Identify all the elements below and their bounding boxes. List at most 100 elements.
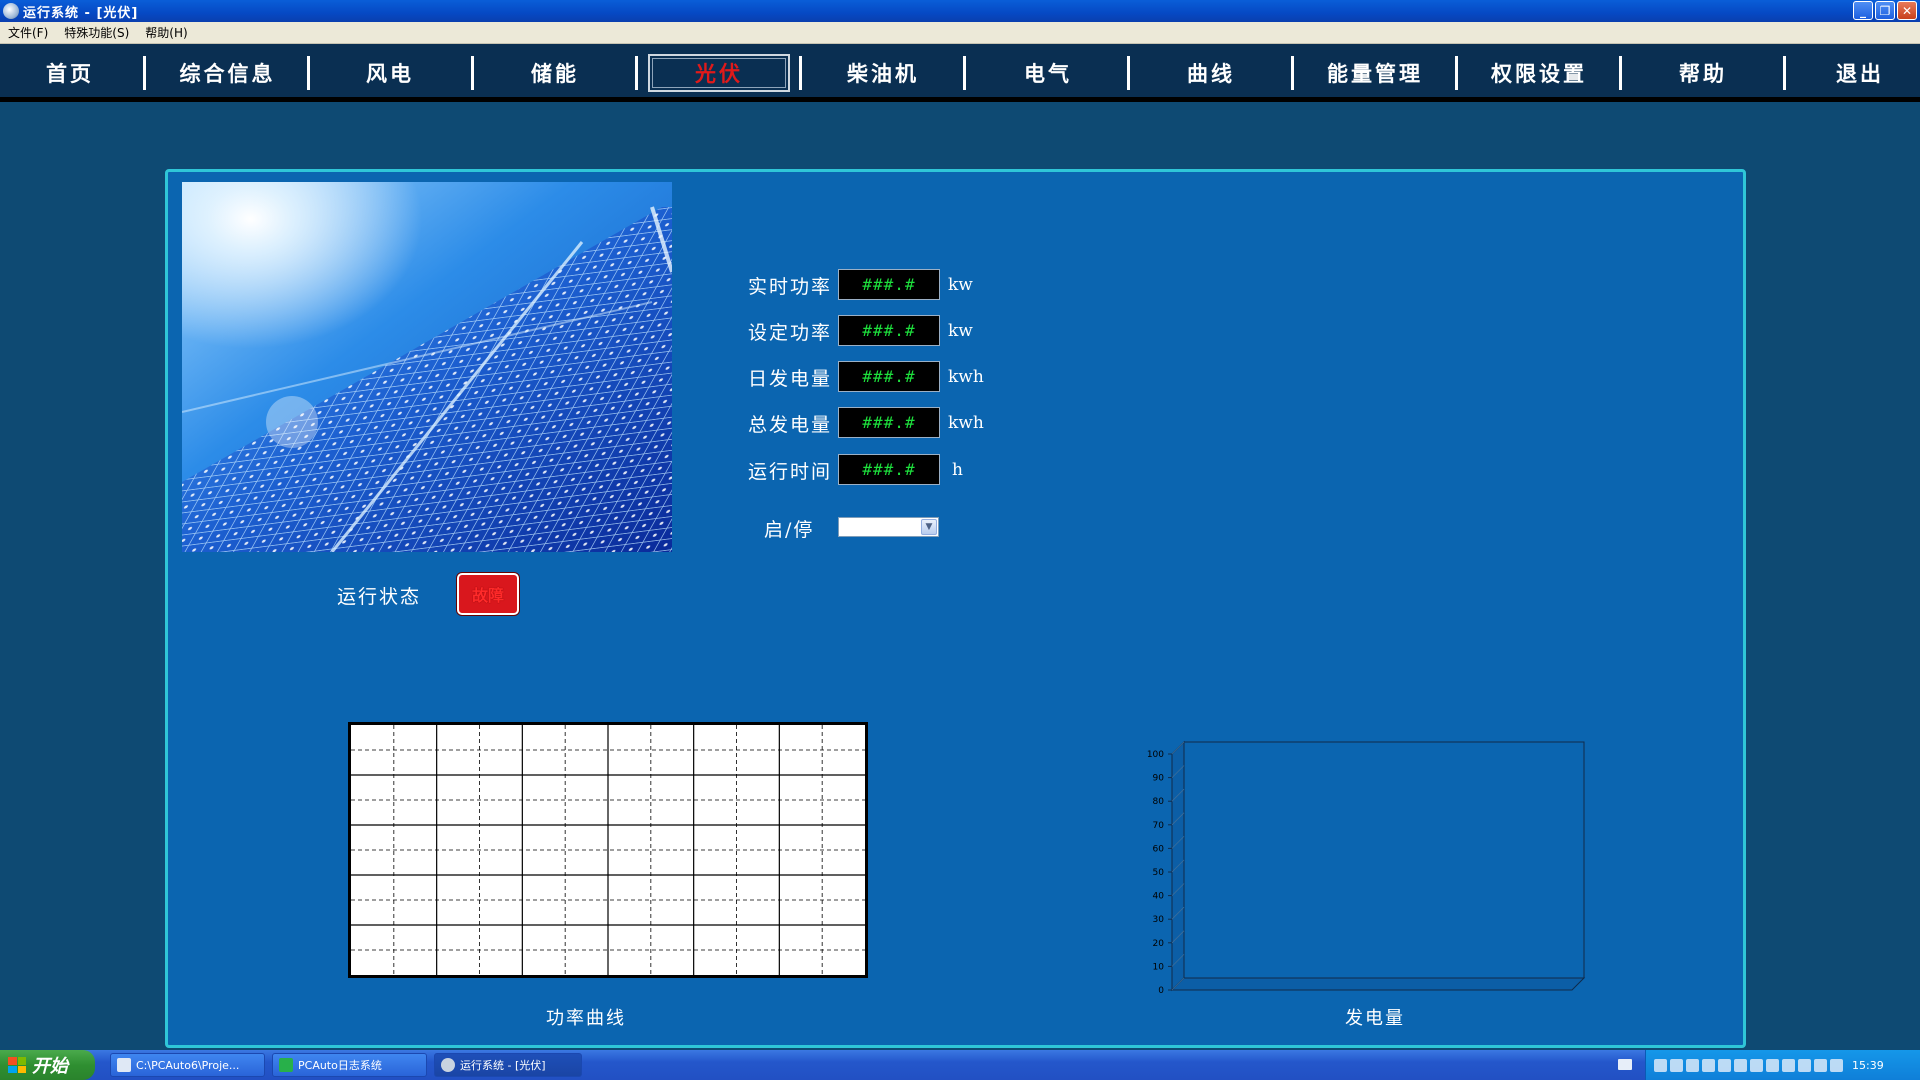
start-stop-select[interactable]: ▼ bbox=[838, 517, 939, 537]
tab-storage[interactable]: 储能 bbox=[490, 54, 620, 92]
nav-separator bbox=[635, 56, 638, 90]
tab-wind[interactable]: 风电 bbox=[325, 54, 455, 92]
tray-app-icon[interactable] bbox=[1798, 1058, 1811, 1072]
chart-floor bbox=[1170, 977, 1586, 991]
taskbar-item-explorer[interactable]: C:\PCAuto6\Proje... bbox=[110, 1053, 265, 1077]
volume-icon[interactable] bbox=[1830, 1058, 1843, 1072]
nav-separator bbox=[1619, 56, 1622, 90]
menu-bar: 文件(F) 特殊功能(S) 帮助(H) bbox=[0, 22, 1920, 44]
set-power-unit: kw bbox=[948, 321, 973, 341]
power-curve-chart bbox=[348, 722, 868, 978]
tray-app-icon[interactable] bbox=[1782, 1058, 1795, 1072]
close-icon[interactable]: ✕ bbox=[1897, 1, 1917, 20]
run-time-value: ###.# bbox=[838, 454, 940, 485]
taskbar-item-label: PCAuto日志系统 bbox=[298, 1059, 382, 1072]
nav-separator bbox=[1455, 56, 1458, 90]
nav-separator bbox=[1127, 56, 1130, 90]
tray-app-icon[interactable] bbox=[1750, 1058, 1763, 1072]
taskbar-item-label: 运行系统 - [光伏] bbox=[460, 1059, 546, 1072]
menu-file[interactable]: 文件(F) bbox=[0, 24, 56, 41]
realtime-power-label: 实时功率 bbox=[748, 276, 833, 298]
log-app-icon bbox=[279, 1058, 293, 1072]
taskbar: 开始 C:\PCAuto6\Proje... PCAuto日志系统 运行系统 -… bbox=[0, 1050, 1920, 1080]
window-title: 运行系统 - [光伏] bbox=[23, 5, 139, 21]
tray-app-icon[interactable] bbox=[1686, 1058, 1699, 1072]
y-tick-label: 0 bbox=[1158, 986, 1164, 996]
taskbar-item-runtime[interactable]: 运行系统 - [光伏] bbox=[434, 1053, 582, 1077]
tab-energy-management[interactable]: 能量管理 bbox=[1304, 54, 1446, 92]
windows-logo-icon bbox=[8, 1057, 26, 1073]
fault-status-indicator[interactable]: 故障 bbox=[457, 573, 519, 615]
daily-energy-label: 日发电量 bbox=[748, 368, 833, 390]
nav-bar: 首页 综合信息 风电 储能 光伏 柴油机 电气 曲线 能量管理 权限设置 帮助 … bbox=[0, 44, 1920, 102]
y-tick-label: 30 bbox=[1153, 915, 1165, 925]
run-status-label: 运行状态 bbox=[337, 586, 422, 608]
tab-diesel[interactable]: 柴油机 bbox=[818, 54, 948, 92]
y-tick-label: 20 bbox=[1153, 939, 1165, 949]
network-icon[interactable] bbox=[1654, 1058, 1667, 1072]
y-tick-label: 90 bbox=[1153, 774, 1165, 784]
tray-app-icon[interactable] bbox=[1702, 1058, 1715, 1072]
minimize-icon[interactable]: _ bbox=[1853, 1, 1873, 20]
nav-separator bbox=[799, 56, 802, 90]
tray-app-icon[interactable] bbox=[1670, 1058, 1683, 1072]
tray-app-icon[interactable] bbox=[1766, 1058, 1779, 1072]
y-tick-label: 80 bbox=[1153, 797, 1165, 807]
nav-separator bbox=[1783, 56, 1786, 90]
energy-chart: 0 10 20 30 40 50 60 70 80 90 100 bbox=[1147, 740, 1586, 996]
gear-icon bbox=[441, 1058, 455, 1072]
chart-back-wall bbox=[1183, 741, 1585, 979]
y-tick-label: 10 bbox=[1153, 962, 1165, 972]
chevron-down-icon[interactable]: ▼ bbox=[921, 519, 937, 535]
run-time-unit: h bbox=[952, 460, 963, 480]
tab-home[interactable]: 首页 bbox=[10, 54, 130, 92]
menu-special[interactable]: 特殊功能(S) bbox=[56, 24, 137, 41]
tab-curves[interactable]: 曲线 bbox=[1146, 54, 1276, 92]
nav-separator bbox=[1291, 56, 1294, 90]
y-tick-label: 40 bbox=[1153, 892, 1165, 902]
set-power-label: 设定功率 bbox=[748, 322, 833, 344]
window-controls: _ ❐ ✕ bbox=[1853, 1, 1917, 20]
taskbar-item-label: C:\PCAuto6\Proje... bbox=[136, 1058, 240, 1072]
system-tray: 15:39 bbox=[1645, 1050, 1920, 1080]
tab-help[interactable]: 帮助 bbox=[1638, 54, 1768, 92]
y-tick-label: 60 bbox=[1153, 844, 1165, 854]
power-curve-title: 功率曲线 bbox=[546, 1008, 626, 1029]
energy-chart-frame: 0 10 20 30 40 50 60 70 80 90 100 bbox=[1147, 740, 1586, 996]
keyboard-icon[interactable] bbox=[1618, 1059, 1632, 1070]
nav-separator bbox=[143, 56, 146, 90]
tab-exit[interactable]: 退出 bbox=[1800, 54, 1920, 92]
nav-separator bbox=[307, 56, 310, 90]
tray-app-icon[interactable] bbox=[1718, 1058, 1731, 1072]
y-tick-label: 70 bbox=[1153, 821, 1165, 831]
tray-app-icon[interactable] bbox=[1814, 1058, 1827, 1072]
restore-icon[interactable]: ❐ bbox=[1875, 1, 1895, 20]
taskbar-item-log-system[interactable]: PCAuto日志系统 bbox=[272, 1053, 427, 1077]
realtime-power-unit: kw bbox=[948, 275, 973, 295]
nav-separator bbox=[963, 56, 966, 90]
run-time-label: 运行时间 bbox=[748, 461, 833, 483]
tab-photovoltaic[interactable]: 光伏 bbox=[648, 54, 790, 92]
app-gear-icon bbox=[3, 3, 19, 19]
total-energy-value: ###.# bbox=[838, 407, 940, 438]
y-tick-label: 100 bbox=[1147, 750, 1164, 760]
energy-chart-title: 发电量 bbox=[1345, 1008, 1405, 1029]
clock: 15:39 bbox=[1852, 1058, 1884, 1072]
tab-overview[interactable]: 综合信息 bbox=[160, 54, 295, 92]
total-energy-label: 总发电量 bbox=[748, 414, 833, 436]
menu-help[interactable]: 帮助(H) bbox=[137, 24, 195, 41]
start-stop-label: 启/停 bbox=[764, 519, 815, 541]
start-label: 开始 bbox=[32, 1056, 68, 1077]
solar-panel-image bbox=[182, 182, 672, 552]
nav-separator bbox=[471, 56, 474, 90]
daily-energy-unit: kwh bbox=[948, 367, 984, 387]
tab-electrical[interactable]: 电气 bbox=[983, 54, 1113, 92]
y-tick-label: 50 bbox=[1153, 868, 1165, 878]
folder-icon bbox=[117, 1058, 131, 1072]
tab-permissions[interactable]: 权限设置 bbox=[1468, 54, 1610, 92]
tray-app-icon[interactable] bbox=[1734, 1058, 1747, 1072]
total-energy-unit: kwh bbox=[948, 413, 984, 433]
set-power-value: ###.# bbox=[838, 315, 940, 346]
title-bar: 运行系统 - [光伏] _ ❐ ✕ bbox=[0, 0, 1920, 22]
start-button[interactable]: 开始 bbox=[0, 1050, 95, 1080]
